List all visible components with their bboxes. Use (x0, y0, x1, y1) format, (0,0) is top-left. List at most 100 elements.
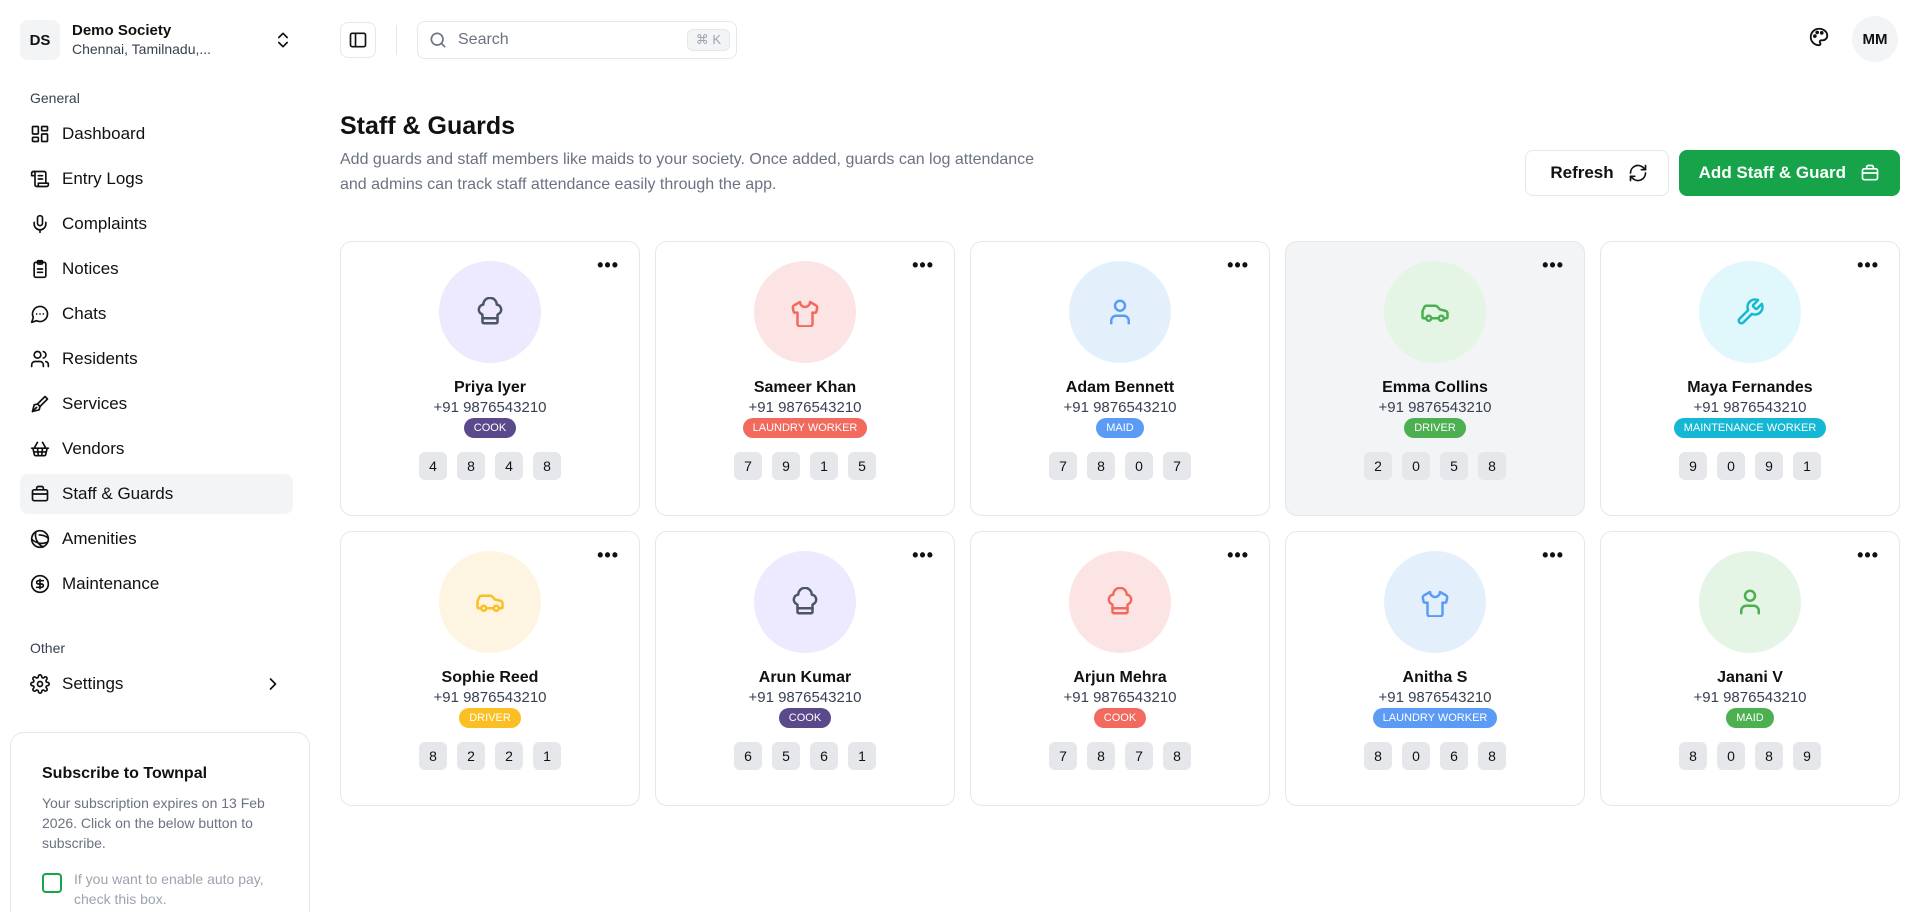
shirt-icon (1421, 590, 1449, 617)
search-icon (430, 32, 446, 48)
staff-card[interactable]: ••• Sophie Reed +91 9876543210 DRIVER 8 2 2 1 (340, 531, 640, 806)
staff-avatar (1069, 261, 1171, 363)
sidebar-toggle-button[interactable] (340, 22, 376, 58)
sidebar-item-staff-guards[interactable]: Staff & Guards (20, 474, 293, 514)
staff-grid: ••• Priya Iyer +91 9876543210 COOK 4 8 4 8 ••• Sa… (340, 241, 1900, 806)
more-options-icon[interactable]: ••• (1542, 546, 1564, 564)
staff-avatar (439, 551, 541, 653)
staff-card[interactable]: ••• Adam Bennett +91 9876543210 MAID 7 8 0 7 (970, 241, 1270, 516)
sidebar-item-dashboard[interactable]: Dashboard (20, 114, 293, 154)
code-digit: 9 (772, 452, 800, 480)
more-options-icon[interactable]: ••• (1857, 256, 1879, 274)
code-digit: 0 (1402, 452, 1430, 480)
subscribe-description: Your subscription expires on 13 Feb 2026… (42, 795, 265, 851)
staff-avatar (754, 551, 856, 653)
autopay-checkbox[interactable] (42, 873, 62, 893)
sidebar-item-entry-logs[interactable]: Entry Logs (20, 159, 293, 199)
staff-card[interactable]: ••• Maya Fernandes +91 9876543210 MAINTENAN… (1600, 241, 1900, 516)
role-badge: COOK (1093, 708, 1147, 728)
shirt-icon (791, 300, 819, 327)
dashboard-icon (31, 125, 49, 143)
code-digit: 9 (1755, 452, 1783, 480)
section-label-other: Other (30, 640, 66, 656)
search-input[interactable]: Search ⌘ K (417, 21, 737, 59)
code-digit: 2 (457, 742, 485, 770)
sidebar-item-settings[interactable]: Settings (20, 664, 293, 704)
sidebar-item-maintenance[interactable]: Maintenance (20, 564, 293, 604)
add-staff-button[interactable]: Add Staff & Guard (1678, 150, 1900, 196)
sidebar-item-label: Amenities (62, 529, 137, 548)
user-avatar[interactable]: MM (1852, 16, 1898, 62)
sidebar-item-chats[interactable]: Chats (20, 294, 293, 334)
more-options-icon[interactable]: ••• (912, 546, 934, 564)
sidebar-item-label: Vendors (62, 439, 125, 458)
org-name: Demo Society (72, 21, 172, 39)
more-options-icon[interactable]: ••• (1227, 256, 1249, 274)
sidebar-item-notices[interactable]: Notices (20, 249, 293, 289)
search-shortcut: ⌘ K (686, 29, 730, 51)
gear-icon (30, 674, 50, 694)
basket-icon (30, 441, 50, 457)
staff-card[interactable]: ••• Janani V +91 9876543210 MAID 8 0 8 9 (1600, 531, 1900, 806)
staff-avatar (1069, 551, 1171, 653)
code-digit: 0 (1125, 452, 1153, 480)
staff-phone: +91 9876543210 (433, 399, 547, 416)
role-badge: DRIVER (459, 708, 521, 728)
code-digit: 5 (1440, 452, 1468, 480)
org-switcher[interactable]: DS Demo Society Chennai, Tamilnadu,... (20, 0, 293, 80)
code-digit: 7 (1163, 452, 1191, 480)
wrench-icon (1737, 298, 1764, 325)
attendance-code: 7807 (1049, 452, 1191, 480)
brush-icon (31, 395, 49, 413)
role-badge: MAINTENANCE WORKER (1673, 418, 1827, 438)
sidebar-item-complaints[interactable]: Complaints (20, 204, 293, 244)
dollar-icon (30, 574, 50, 594)
staff-card[interactable]: ••• Arjun Mehra +91 9876543210 COOK 7 8 7 8 (970, 531, 1270, 806)
sidebar-item-services[interactable]: Services (20, 384, 293, 424)
chef-hat-icon (792, 587, 818, 615)
staff-avatar (1699, 261, 1801, 363)
code-digit: 1 (810, 452, 838, 480)
staff-avatar (754, 261, 856, 363)
more-options-icon[interactable]: ••• (597, 256, 619, 274)
staff-card[interactable]: ••• Emma Collins +91 9876543210 DRIVER 2 0 5 8 (1285, 241, 1585, 516)
sidebar-item-label: Dashboard (62, 124, 146, 143)
code-digit: 6 (810, 742, 838, 770)
palette-icon[interactable] (1808, 26, 1830, 53)
more-options-icon[interactable]: ••• (1227, 546, 1249, 564)
staff-phone: +91 9876543210 (748, 689, 862, 706)
staff-card[interactable]: ••• Sameer Khan +91 9876543210 LAUNDRY WORK… (655, 241, 955, 516)
autopay-label: If you want to enable auto pay, check th… (74, 871, 264, 907)
staff-phone: +91 9876543210 (1063, 689, 1177, 706)
sidebar-item-residents[interactable]: Residents (20, 339, 293, 379)
staff-card[interactable]: ••• Priya Iyer +91 9876543210 COOK 4 8 4 8 (340, 241, 640, 516)
sidebar-item-label: Maintenance (62, 574, 160, 593)
more-options-icon[interactable]: ••• (912, 256, 934, 274)
staff-avatar (439, 261, 541, 363)
briefcase-icon (31, 485, 49, 502)
code-digit: 4 (419, 452, 447, 480)
attendance-code: 8089 (1679, 742, 1821, 770)
sidebar-item-label: Notices (62, 259, 119, 278)
sidebar-item-amenities[interactable]: Amenities (20, 519, 293, 559)
code-digit: 4 (495, 452, 523, 480)
staff-phone: +91 9876543210 (1693, 399, 1807, 416)
code-digit: 8 (1364, 742, 1392, 770)
role-badge: MAID (1096, 418, 1144, 438)
refresh-icon (1629, 164, 1646, 182)
staff-card[interactable]: ••• Arun Kumar +91 9876543210 COOK 6 5 6 1 (655, 531, 955, 806)
clipboard-icon (33, 259, 47, 279)
staff-card[interactable]: ••• Anitha S +91 9876543210 LAUNDRY WORKER 8… (1285, 531, 1585, 806)
more-options-icon[interactable]: ••• (597, 546, 619, 564)
panel-left-icon (349, 32, 367, 48)
attendance-code: 8068 (1364, 742, 1506, 770)
code-digit: 8 (1087, 742, 1115, 770)
more-options-icon[interactable]: ••• (1857, 546, 1879, 564)
sidebar-item-vendors[interactable]: Vendors (20, 429, 293, 469)
more-options-icon[interactable]: ••• (1542, 256, 1564, 274)
chevrons-up-down-icon[interactable] (273, 30, 293, 50)
refresh-button[interactable]: Refresh (1525, 150, 1669, 196)
role-badge: DRIVER (1404, 418, 1466, 438)
users-icon (30, 350, 50, 368)
staff-avatar (1384, 551, 1486, 653)
